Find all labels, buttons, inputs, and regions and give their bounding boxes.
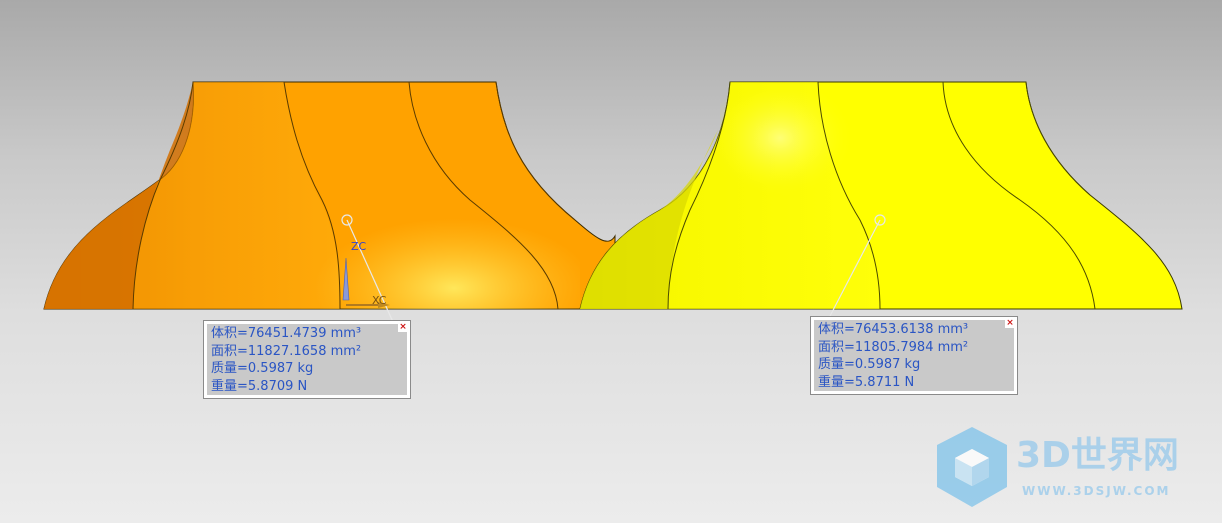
left-measure-panel: 体积=76451.4739 mm³ 面积=11827.1658 mm² 质量=0… xyxy=(207,322,408,395)
left-volume-text: 体积=76451.4739 mm³ xyxy=(211,326,362,341)
watermark-title: 3D世界网 xyxy=(1016,435,1179,476)
right-area-text: 面积=11805.7984 mm² xyxy=(818,339,969,355)
orange-part[interactable] xyxy=(43,81,616,310)
cube-logo-icon xyxy=(937,427,1007,507)
left-close-icon[interactable]: × xyxy=(398,322,408,332)
yellow-glow xyxy=(720,90,870,210)
right-mass-text: 质量=0.5987 kg xyxy=(818,357,921,372)
right-close-icon[interactable]: × xyxy=(1005,318,1015,328)
left-area-text: 面积=11827.1658 mm² xyxy=(211,343,362,359)
right-weight-text: 重量=5.8711 N xyxy=(818,374,915,390)
watermark-url: WWW.3DSJW.COM xyxy=(1022,484,1171,498)
left-mass-text: 质量=0.5987 kg xyxy=(211,361,314,376)
right-measure-box[interactable]: 体积=76453.6138 mm³ 面积=11805.7984 mm² 质量=0… xyxy=(810,316,1018,395)
left-measure-box[interactable]: 体积=76451.4739 mm³ 面积=11827.1658 mm² 质量=0… xyxy=(203,320,411,399)
right-measure-panel: 体积=76453.6138 mm³ 面积=11805.7984 mm² 质量=0… xyxy=(814,318,1015,391)
right-volume-text: 体积=76453.6138 mm³ xyxy=(818,322,969,337)
orange-glow xyxy=(300,170,580,309)
zc-axis-label: ZC xyxy=(351,240,367,253)
yellow-part[interactable] xyxy=(579,81,1183,310)
xc-axis-label: XC xyxy=(372,294,387,307)
left-weight-text: 重量=5.8709 N xyxy=(211,378,308,394)
